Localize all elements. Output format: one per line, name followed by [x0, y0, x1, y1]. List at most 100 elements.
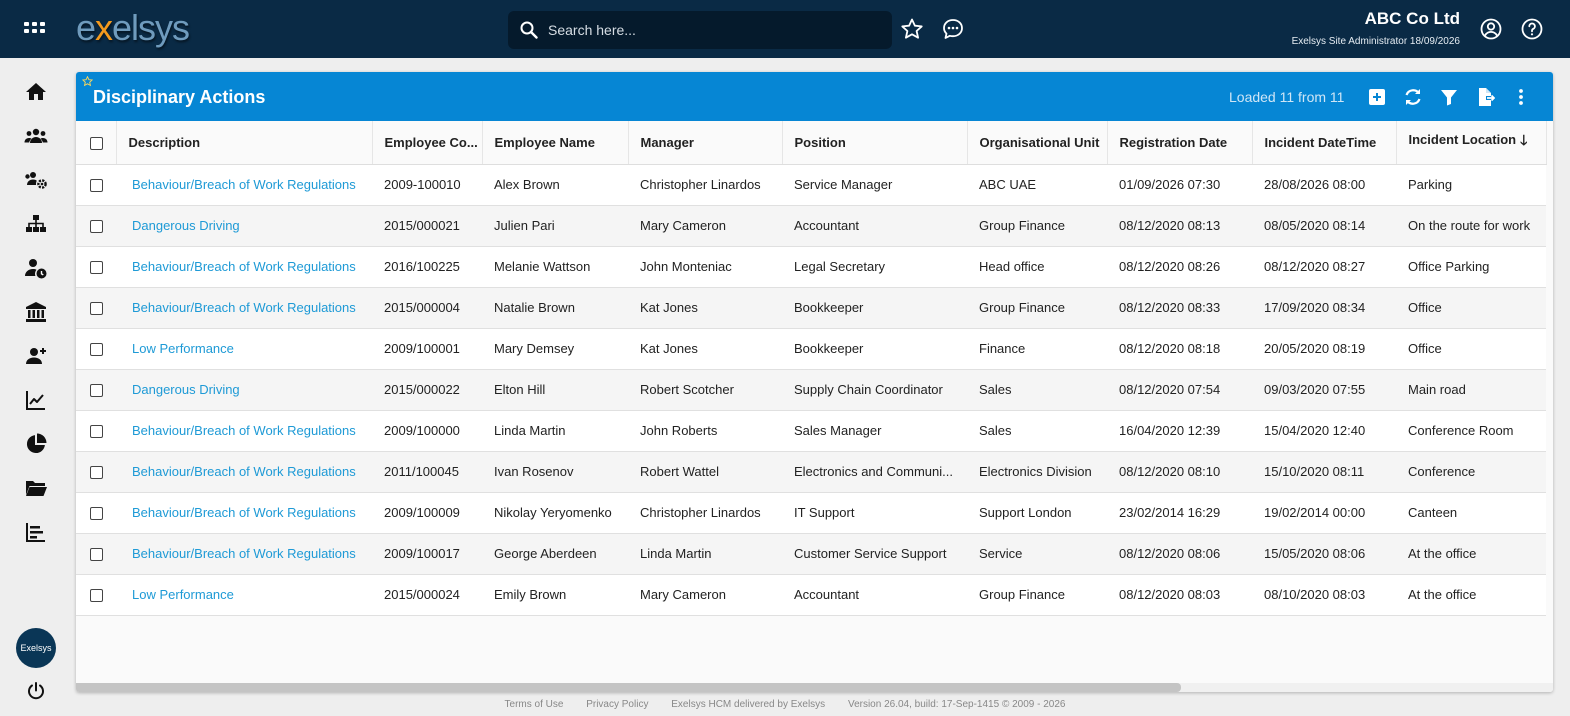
col-registration-date[interactable]: Registration Date	[1107, 121, 1253, 165]
description-link[interactable]: Low Performance	[132, 587, 234, 602]
home-icon[interactable]	[24, 80, 48, 104]
person-clock-icon[interactable]	[24, 256, 48, 280]
position-cell: Legal Secretary	[782, 246, 967, 288]
description-link[interactable]: Dangerous Driving	[132, 218, 240, 233]
logo-part: elsys	[112, 7, 190, 48]
col-position[interactable]: Position	[782, 121, 968, 165]
registration-date-cell: 08/12/2020 08:33	[1107, 287, 1252, 329]
horizontal-scrollbar[interactable]	[76, 683, 1553, 692]
row-checkbox[interactable]	[90, 384, 103, 398]
table-row[interactable]: Behaviour/Breach of Work Regulations 2009…	[76, 410, 1546, 452]
logo-accent: x	[95, 7, 113, 48]
col-incident-location[interactable]: Incident Location 🡓	[1396, 121, 1547, 165]
row-checkbox[interactable]	[90, 507, 103, 521]
export-icon[interactable]	[1475, 87, 1495, 107]
col-description[interactable]: Description	[116, 121, 373, 165]
table-header-row: Description Employee Co... Employee Name…	[76, 121, 1547, 165]
favorite-star-icon[interactable]	[82, 76, 93, 87]
row-checkbox[interactable]	[90, 220, 103, 234]
select-all-checkbox[interactable]	[90, 136, 103, 150]
chat-icon[interactable]	[941, 17, 965, 41]
row-checkbox[interactable]	[90, 343, 103, 357]
description-cell: Behaviour/Breach of Work Regulations	[116, 287, 372, 329]
bar-list-icon[interactable]	[24, 520, 48, 544]
search-input[interactable]	[548, 11, 878, 49]
row-select-cell	[76, 410, 116, 452]
registration-date-cell: 08/12/2020 08:06	[1107, 533, 1252, 575]
line-chart-icon[interactable]	[24, 388, 48, 412]
description-link[interactable]: Behaviour/Breach of Work Regulations	[132, 464, 356, 479]
col-incident-datetime[interactable]: Incident DateTime	[1252, 121, 1397, 165]
description-link[interactable]: Behaviour/Breach of Work Regulations	[132, 505, 356, 520]
table-row[interactable]: Dangerous Driving 2015/000021 Julien Pari M…	[76, 205, 1546, 247]
power-icon[interactable]	[26, 681, 46, 701]
description-link[interactable]: Behaviour/Breach of Work Regulations	[132, 259, 356, 274]
col-organisational-unit[interactable]: Organisational Unit	[967, 121, 1108, 165]
favorites-star-icon[interactable]	[900, 17, 924, 41]
employee-code-cell: 2015/000004	[372, 287, 482, 329]
description-cell: Behaviour/Breach of Work Regulations	[116, 492, 372, 534]
employee-name-cell: Linda Martin	[482, 410, 628, 452]
apps-grid-icon[interactable]	[22, 18, 48, 40]
add-icon[interactable]	[1367, 87, 1387, 107]
description-link[interactable]: Dangerous Driving	[132, 382, 240, 397]
row-checkbox[interactable]	[90, 261, 103, 275]
employee-code-cell: 2011/100045	[372, 451, 482, 493]
table-row[interactable]: Behaviour/Breach of Work Regulations 2015…	[76, 287, 1546, 329]
col-manager[interactable]: Manager	[628, 121, 783, 165]
table-row[interactable]: Behaviour/Breach of Work Regulations 2016…	[76, 246, 1546, 288]
folder-icon[interactable]	[24, 476, 48, 500]
position-cell: IT Support	[782, 492, 967, 534]
registration-date-cell: 08/12/2020 07:54	[1107, 369, 1252, 411]
search-icon[interactable]	[520, 21, 538, 39]
help-icon[interactable]	[1520, 17, 1544, 41]
row-checkbox[interactable]	[90, 589, 103, 603]
filter-icon[interactable]	[1439, 87, 1459, 107]
table-row[interactable]: Low Performance 2015/000024 Emily Brown Mar…	[76, 574, 1546, 616]
avatar[interactable]: Exelsys	[16, 628, 56, 668]
table-row[interactable]: Low Performance 2009/100001 Mary Demsey Kat…	[76, 328, 1546, 370]
row-checkbox[interactable]	[90, 425, 103, 439]
people-icon[interactable]	[24, 124, 48, 148]
account-icon[interactable]	[1479, 17, 1503, 41]
col-employee-name[interactable]: Employee Name	[482, 121, 629, 165]
row-checkbox[interactable]	[90, 548, 103, 562]
terms-link[interactable]: Terms of Use	[505, 699, 564, 710]
description-link[interactable]: Low Performance	[132, 341, 234, 356]
table-row[interactable]: Dangerous Driving 2015/000022 Elton Hill Ro…	[76, 369, 1546, 411]
privacy-link[interactable]: Privacy Policy	[586, 699, 648, 710]
table-row[interactable]: Behaviour/Breach of Work Regulations 2011…	[76, 451, 1546, 493]
incident-datetime-cell: 15/05/2020 08:06	[1252, 533, 1396, 575]
org-unit-cell: Group Finance	[967, 574, 1107, 616]
description-link[interactable]: Behaviour/Breach of Work Regulations	[132, 423, 356, 438]
exelsys-logo[interactable]: exelsys	[76, 7, 190, 48]
org-unit-cell: Sales	[967, 410, 1107, 452]
add-person-icon[interactable]	[24, 344, 48, 368]
employee-code-cell: 2009-100010	[372, 164, 482, 206]
org-chart-icon[interactable]	[24, 212, 48, 236]
table-row[interactable]: Behaviour/Breach of Work Regulations 2009…	[76, 164, 1546, 206]
description-link[interactable]: Behaviour/Breach of Work Regulations	[132, 546, 356, 561]
team-settings-icon[interactable]	[24, 168, 48, 192]
row-checkbox[interactable]	[90, 302, 103, 316]
scrollbar-thumb[interactable]	[76, 683, 1181, 692]
incident-location-cell: Conference	[1396, 451, 1546, 493]
org-unit-cell: Group Finance	[967, 205, 1107, 247]
row-checkbox[interactable]	[90, 179, 103, 193]
row-checkbox[interactable]	[90, 466, 103, 480]
table-row[interactable]: Behaviour/Breach of Work Regulations 2009…	[76, 492, 1546, 534]
incident-location-cell: Office	[1396, 328, 1546, 370]
sort-arrow-down-icon[interactable]: 🡓	[1520, 130, 1527, 154]
more-options-icon[interactable]	[1511, 87, 1531, 107]
pie-chart-icon[interactable]	[24, 432, 48, 456]
manager-cell: Christopher Linardos	[628, 492, 782, 534]
incident-datetime-cell: 08/12/2020 08:27	[1252, 246, 1396, 288]
bank-icon[interactable]	[24, 300, 48, 324]
refresh-icon[interactable]	[1403, 87, 1423, 107]
col-employee-code[interactable]: Employee Co...	[372, 121, 483, 165]
description-link[interactable]: Behaviour/Breach of Work Regulations	[132, 300, 356, 315]
org-unit-cell: Head office	[967, 246, 1107, 288]
version-info: Version 26.04, build: 17-Sep-1415 © 2009…	[847, 699, 1066, 710]
table-row[interactable]: Behaviour/Breach of Work Regulations 2009…	[76, 533, 1546, 575]
description-link[interactable]: Behaviour/Breach of Work Regulations	[132, 177, 356, 192]
